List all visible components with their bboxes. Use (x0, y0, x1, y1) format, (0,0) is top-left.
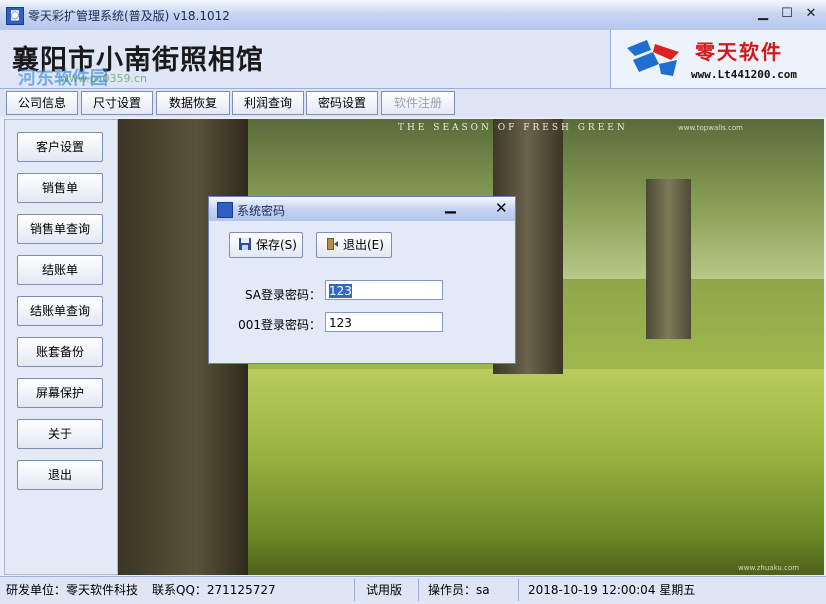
photo-tree-far (646, 179, 691, 339)
sidebar-item-sales-order[interactable]: 销售单 (17, 173, 103, 203)
tab-profit-query[interactable]: 利润查询 (232, 91, 304, 115)
status-developer: 研发单位：零天软件科技 (6, 583, 139, 597)
photo-source: www.topwalls.com (678, 124, 743, 132)
dialog-title: 系统密码 (237, 204, 286, 218)
logo-brand: 零天软件 (695, 40, 783, 64)
logo-mark-icon (627, 40, 679, 76)
p001-password-label: 001登录密码： (238, 318, 321, 332)
dialog-close-button[interactable]: ✕ (495, 199, 508, 217)
status-divider (354, 579, 355, 601)
status-divider (418, 579, 419, 601)
floppy-disk-icon (239, 238, 251, 250)
status-operator: 操作员：sa (428, 583, 490, 597)
exit-door-icon (327, 238, 338, 250)
sa-password-value: 123 (329, 284, 352, 298)
save-button-label: 保存(S) (256, 238, 297, 252)
tab-size-settings[interactable]: 尺寸设置 (81, 91, 153, 115)
close-button[interactable]: ✕ (800, 4, 822, 24)
status-divider (518, 579, 519, 601)
site-watermark-url: www.pc0359.cn (60, 72, 148, 85)
status-qq: 联系QQ：271125727 (152, 583, 276, 597)
top-toolbar: 公司信息 尺寸设置 数据恢复 利润查询 密码设置 软件注册 (0, 89, 826, 117)
tab-software-register: 软件注册 (381, 91, 455, 115)
logo-website: www.Lt441200.com (691, 68, 797, 81)
dialog-app-icon (217, 202, 233, 218)
exit-button[interactable]: 退出(E) (316, 232, 392, 258)
exit-button-label: 退出(E) (343, 238, 384, 252)
p001-password-input[interactable]: 123 (325, 312, 443, 332)
tab-company-info[interactable]: 公司信息 (6, 91, 78, 115)
tab-data-recovery[interactable]: 数据恢复 (156, 91, 230, 115)
sidebar-item-customer-settings[interactable]: 客户设置 (17, 132, 103, 162)
dialog-minimize-button[interactable]: ▁ (445, 198, 456, 214)
photo-caption: THE SEASON OF FRESH GREEN (398, 123, 628, 133)
photo-credit: www.zhuaku.com (738, 564, 800, 572)
window-titlebar[interactable]: ◙ 零天彩扩管理系统(普及版) v18.1012 ▁ ☐ ✕ (0, 0, 826, 31)
status-datetime: 2018-10-19 12:00:04 星期五 (528, 583, 696, 597)
sidebar-item-screensaver[interactable]: 屏幕保护 (17, 378, 103, 408)
save-button[interactable]: 保存(S) (229, 232, 303, 258)
sidebar: 客户设置 销售单 销售单查询 结账单 结账单查询 账套备份 屏幕保护 关于 退出 (4, 119, 118, 575)
app-icon: ◙ (6, 7, 24, 25)
p001-password-value: 123 (329, 316, 352, 330)
sidebar-item-about[interactable]: 关于 (17, 419, 103, 449)
tab-password-settings[interactable]: 密码设置 (306, 91, 378, 115)
status-bar: 研发单位：零天软件科技 联系QQ：271125727 试用版 操作员：sa 20… (0, 576, 826, 604)
company-logo: 零天软件 www.Lt441200.com (610, 30, 826, 88)
sidebar-item-settlement[interactable]: 结账单 (17, 255, 103, 285)
sidebar-item-account-backup[interactable]: 账套备份 (17, 337, 103, 367)
sa-password-label: SA登录密码： (244, 288, 321, 302)
sidebar-item-sales-query[interactable]: 销售单查询 (17, 214, 103, 244)
sa-password-input[interactable]: 123 (325, 280, 443, 300)
sidebar-item-settlement-query[interactable]: 结账单查询 (17, 296, 103, 326)
dialog-titlebar[interactable]: 系统密码 ▁ ✕ (209, 197, 515, 221)
sidebar-item-exit[interactable]: 退出 (17, 460, 103, 490)
minimize-button[interactable]: ▁ (752, 4, 774, 24)
status-edition: 试用版 (366, 583, 403, 597)
window-title: 零天彩扩管理系统(普及版) v18.1012 (28, 9, 230, 23)
password-dialog: 系统密码 ▁ ✕ 保存(S) 退出(E) SA登录密码： 123 001登录密码… (208, 196, 516, 364)
maximize-button[interactable]: ☐ (776, 4, 798, 24)
